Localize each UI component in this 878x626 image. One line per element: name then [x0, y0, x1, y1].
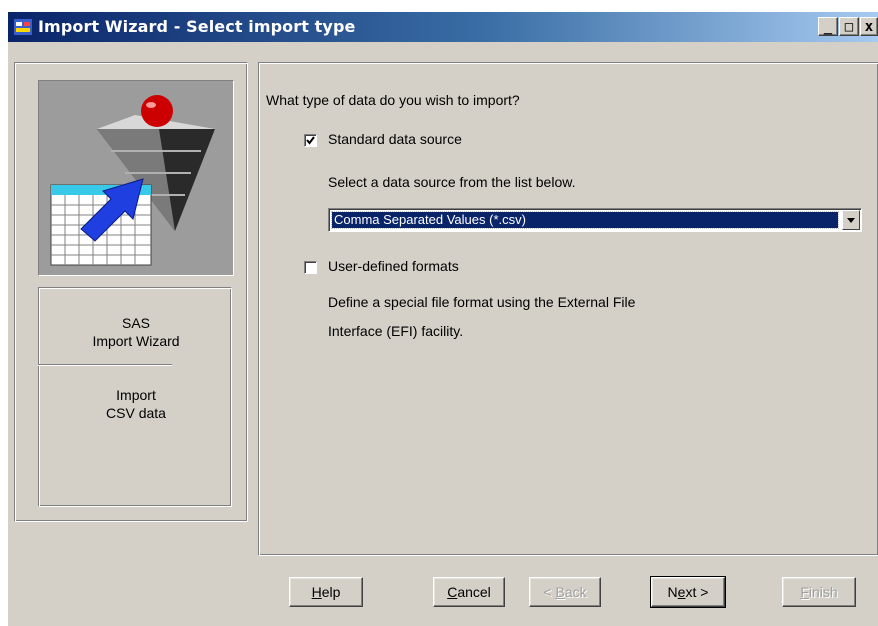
wizard-info-panel: SAS Import Wizard Import CSV data	[38, 287, 232, 507]
dropdown-button[interactable]	[842, 210, 860, 230]
minimize-icon: _	[823, 18, 833, 35]
efi-description-line-2: Interface (EFI) facility.	[328, 323, 464, 339]
sas-app-icon	[14, 19, 32, 35]
checkmark-icon	[306, 136, 315, 145]
window-title: Import Wizard - Select import type	[38, 17, 356, 36]
user-defined-label[interactable]: User-defined formats	[328, 258, 459, 274]
standard-source-label[interactable]: Standard data source	[328, 131, 462, 147]
info-separator	[38, 364, 172, 366]
help-button[interactable]: Help	[289, 577, 363, 607]
import-wizard-window: Import Wizard - Select import type _ □ x	[8, 12, 878, 626]
select-prompt: Select a data source from the list below…	[328, 174, 576, 190]
info-line-3: Import	[116, 387, 156, 403]
info-line-1: SAS	[121, 315, 150, 331]
next-button[interactable]: Next >	[650, 576, 726, 608]
back-button[interactable]: < Back	[529, 577, 601, 607]
efi-description-line-1: Define a special file format using the E…	[328, 294, 636, 310]
close-icon: x	[864, 18, 874, 35]
info-line-2: Import Wizard	[92, 333, 180, 349]
standard-source-checkbox[interactable]	[304, 134, 317, 147]
minimize-button[interactable]: _	[818, 17, 838, 36]
title-bar[interactable]: Import Wizard - Select import type _ □ x	[8, 12, 878, 42]
data-source-select[interactable]: Comma Separated Values (*.csv)	[328, 208, 862, 232]
maximize-icon: □	[844, 18, 854, 35]
finish-button[interactable]: Finish	[782, 577, 856, 607]
import-wizard-graphic-icon	[50, 95, 215, 266]
chevron-down-icon	[847, 217, 855, 223]
close-button[interactable]: x	[860, 17, 878, 36]
maximize-button[interactable]: □	[839, 17, 859, 36]
cancel-button[interactable]: Cancel	[433, 577, 505, 607]
import-question: What type of data do you wish to import?	[266, 92, 520, 108]
user-defined-checkbox[interactable]	[304, 261, 317, 274]
info-line-4: CSV data	[106, 405, 166, 421]
wizard-image-panel	[38, 80, 234, 276]
data-source-value: Comma Separated Values (*.csv)	[331, 211, 839, 229]
